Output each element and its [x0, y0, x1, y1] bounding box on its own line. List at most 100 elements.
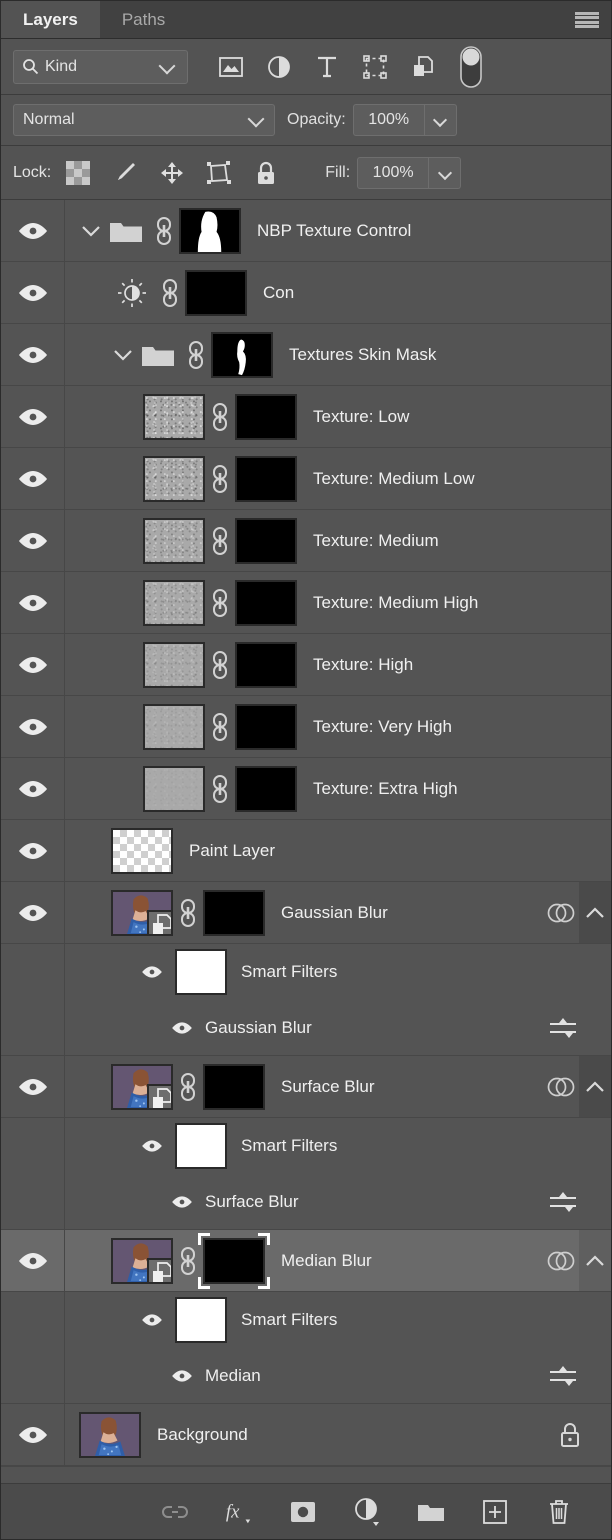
layer-thumbnail[interactable] [143, 580, 205, 626]
layer-thumbnail[interactable] [111, 828, 173, 874]
link-mask-icon[interactable] [177, 898, 199, 928]
link-mask-icon[interactable] [209, 588, 231, 618]
smart-filters-collapse-toggle[interactable] [579, 1056, 611, 1117]
layer-row-body[interactable]: Texture: Very High [65, 696, 611, 757]
layer-row-body[interactable]: Texture: Medium High [65, 572, 611, 633]
layer-visibility-toggle[interactable] [1, 696, 65, 757]
layer-name[interactable]: Texture: Low [313, 407, 409, 427]
layer-name[interactable]: NBP Texture Control [257, 221, 411, 241]
type-layer-filter-icon[interactable] [314, 54, 340, 80]
layer-name[interactable]: Background [157, 1425, 248, 1445]
layer-row[interactable]: Con [1, 262, 611, 324]
smart-filters-visibility-toggle[interactable] [139, 965, 165, 979]
link-mask-icon[interactable] [153, 216, 175, 246]
layer-mask-thumbnail[interactable] [203, 1238, 265, 1284]
fill-stepper[interactable] [429, 157, 461, 189]
layer-row[interactable]: Texture: Medium Low [1, 448, 611, 510]
layer-mask-thumbnail[interactable] [185, 270, 247, 316]
layer-row[interactable]: Texture: High [1, 634, 611, 696]
new-group-icon[interactable] [417, 1498, 445, 1526]
layer-row-body[interactable]: Texture: Extra High [65, 758, 611, 819]
layer-visibility-toggle[interactable] [1, 634, 65, 695]
smart-filter-row[interactable]: Gaussian Blur [1, 1000, 611, 1056]
layer-visibility-toggle[interactable] [1, 262, 65, 323]
layer-mask-thumbnail[interactable] [235, 704, 297, 750]
layer-thumbnail[interactable] [79, 1412, 141, 1458]
link-mask-icon[interactable] [159, 278, 181, 308]
link-mask-icon[interactable] [209, 464, 231, 494]
layer-name[interactable]: Texture: Medium [313, 531, 439, 551]
layer-thumbnail[interactable] [143, 642, 205, 688]
smart-filter-name[interactable]: Median [205, 1366, 261, 1386]
layer-row[interactable]: Texture: Very High [1, 696, 611, 758]
smart-filters-visibility-toggle[interactable] [139, 1313, 165, 1327]
group-expand-toggle[interactable] [111, 349, 135, 361]
smart-filter-name[interactable]: Surface Blur [205, 1192, 299, 1212]
layer-name[interactable]: Texture: High [313, 655, 413, 675]
fill-input[interactable]: 100% [357, 157, 429, 189]
layer-visibility-toggle[interactable] [1, 386, 65, 447]
layer-row-body[interactable]: Con [65, 262, 611, 323]
filter-enable-toggle[interactable] [458, 54, 484, 80]
layer-mask-thumbnail[interactable] [211, 332, 273, 378]
layer-name[interactable]: Median Blur [281, 1251, 372, 1271]
filter-blending-options-icon[interactable] [549, 1017, 577, 1039]
new-layer-icon[interactable] [481, 1498, 509, 1526]
lock-artboard-nesting-icon[interactable] [206, 160, 232, 186]
delete-layer-icon[interactable] [545, 1498, 573, 1526]
lock-position-icon[interactable] [159, 160, 185, 186]
smart-filters-indicator-icon[interactable] [543, 1056, 579, 1117]
smart-filter-row[interactable]: Surface Blur [1, 1174, 611, 1230]
smart-filter-mask-thumbnail[interactable] [175, 1297, 227, 1343]
layer-row-body[interactable]: Background [65, 1404, 611, 1465]
layer-row[interactable]: Surface Blur [1, 1056, 611, 1118]
layer-visibility-toggle[interactable] [1, 1230, 65, 1291]
tab-layers[interactable]: Layers [1, 1, 100, 38]
tab-paths[interactable]: Paths [100, 1, 187, 38]
layer-list[interactable]: NBP Texture Control ConTextures Skin Mask… [1, 200, 611, 1483]
layer-mask-thumbnail[interactable] [203, 1064, 265, 1110]
new-adjustment-layer-icon[interactable] [353, 1498, 381, 1526]
smart-filter-visibility-toggle[interactable] [169, 1195, 195, 1209]
layer-row[interactable]: NBP Texture Control [1, 200, 611, 262]
smart-filter-row[interactable]: Median [1, 1348, 611, 1404]
layer-name[interactable]: Paint Layer [189, 841, 275, 861]
layer-row[interactable]: Texture: Medium [1, 510, 611, 572]
layer-row[interactable]: Texture: Low [1, 386, 611, 448]
layer-row[interactable]: Texture: Extra High [1, 758, 611, 820]
layer-visibility-toggle[interactable] [1, 882, 65, 943]
blend-mode-select[interactable]: Normal [13, 104, 275, 136]
layer-name[interactable]: Texture: Medium High [313, 593, 478, 613]
filter-kind-select[interactable]: Kind [13, 50, 188, 84]
layer-row[interactable]: Gaussian Blur [1, 882, 611, 944]
layer-row-body[interactable]: Texture: High [65, 634, 611, 695]
layer-name[interactable]: Gaussian Blur [281, 903, 388, 923]
layer-row-body[interactable]: NBP Texture Control [65, 200, 611, 261]
layer-mask-thumbnail[interactable] [235, 642, 297, 688]
smart-object-filter-icon[interactable] [410, 54, 436, 80]
layer-thumbnail[interactable] [143, 766, 205, 812]
layer-visibility-toggle[interactable] [1, 448, 65, 509]
layer-thumbnail[interactable] [111, 1238, 173, 1284]
pixel-layer-filter-icon[interactable] [218, 54, 244, 80]
layer-name[interactable]: Texture: Extra High [313, 779, 458, 799]
layer-row-body[interactable]: Texture: Medium [65, 510, 611, 571]
layer-thumbnail[interactable] [111, 890, 173, 936]
link-mask-icon[interactable] [209, 402, 231, 432]
smart-filters-row[interactable]: Smart Filters [1, 1118, 611, 1174]
layer-row-body[interactable]: Paint Layer [65, 820, 611, 881]
smart-filters-visibility-toggle[interactable] [139, 1139, 165, 1153]
smart-filters-collapse-toggle[interactable] [579, 882, 611, 943]
smart-filter-mask-thumbnail[interactable] [175, 949, 227, 995]
link-mask-icon[interactable] [209, 774, 231, 804]
opacity-input[interactable]: 100% [353, 104, 425, 136]
layer-mask-thumbnail[interactable] [235, 766, 297, 812]
layer-row[interactable]: Background [1, 1404, 611, 1466]
adjustment-layer-filter-icon[interactable] [266, 54, 292, 80]
filter-blending-options-icon[interactable] [549, 1191, 577, 1213]
filter-blending-options-icon[interactable] [549, 1365, 577, 1387]
layer-style-fx-icon[interactable]: fx [225, 1498, 253, 1526]
layer-name[interactable]: Texture: Very High [313, 717, 452, 737]
layer-row[interactable]: Textures Skin Mask [1, 324, 611, 386]
layer-row-body[interactable]: Gaussian Blur [65, 882, 611, 943]
